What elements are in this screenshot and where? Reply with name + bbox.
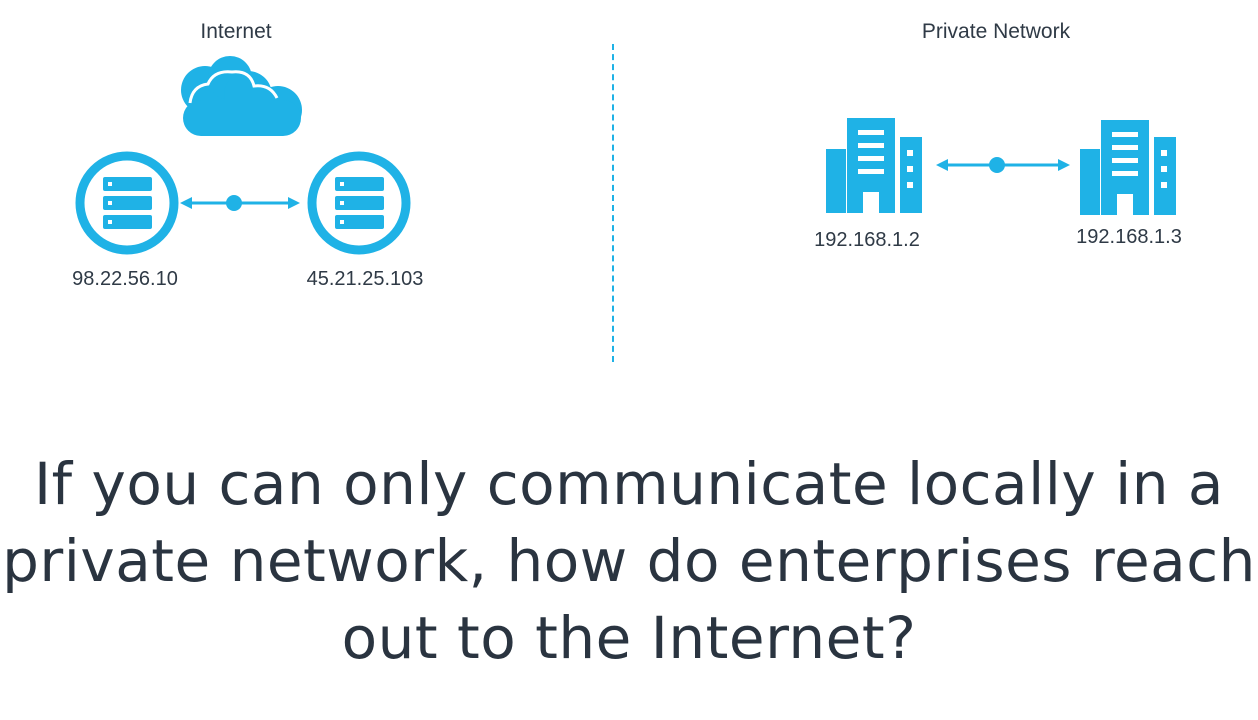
server-icon [75,151,179,255]
internet-connection-arrow [180,195,300,211]
building-icon [826,118,922,213]
network-diagram [75,56,1176,255]
server-icon [307,151,411,255]
building-2-ip-label: 192.168.1.3 [1076,226,1182,248]
server-1-ip-label: 98.22.56.10 [72,268,178,290]
cloud-icon [181,56,302,136]
question-line-1: If you can only communicate locally in a [34,450,1224,518]
question-text: If you can only communicate locally in a… [0,446,1258,677]
building-icon [1080,120,1176,215]
server-2-ip-label: 45.21.25.103 [306,268,424,290]
building-1-ip-label: 192.168.1.2 [814,229,920,251]
private-connection-arrow [936,157,1070,173]
question-line-2: private network, how do enterprises reac… [2,527,1256,595]
question-line-3: out to the Internet? [341,604,917,672]
